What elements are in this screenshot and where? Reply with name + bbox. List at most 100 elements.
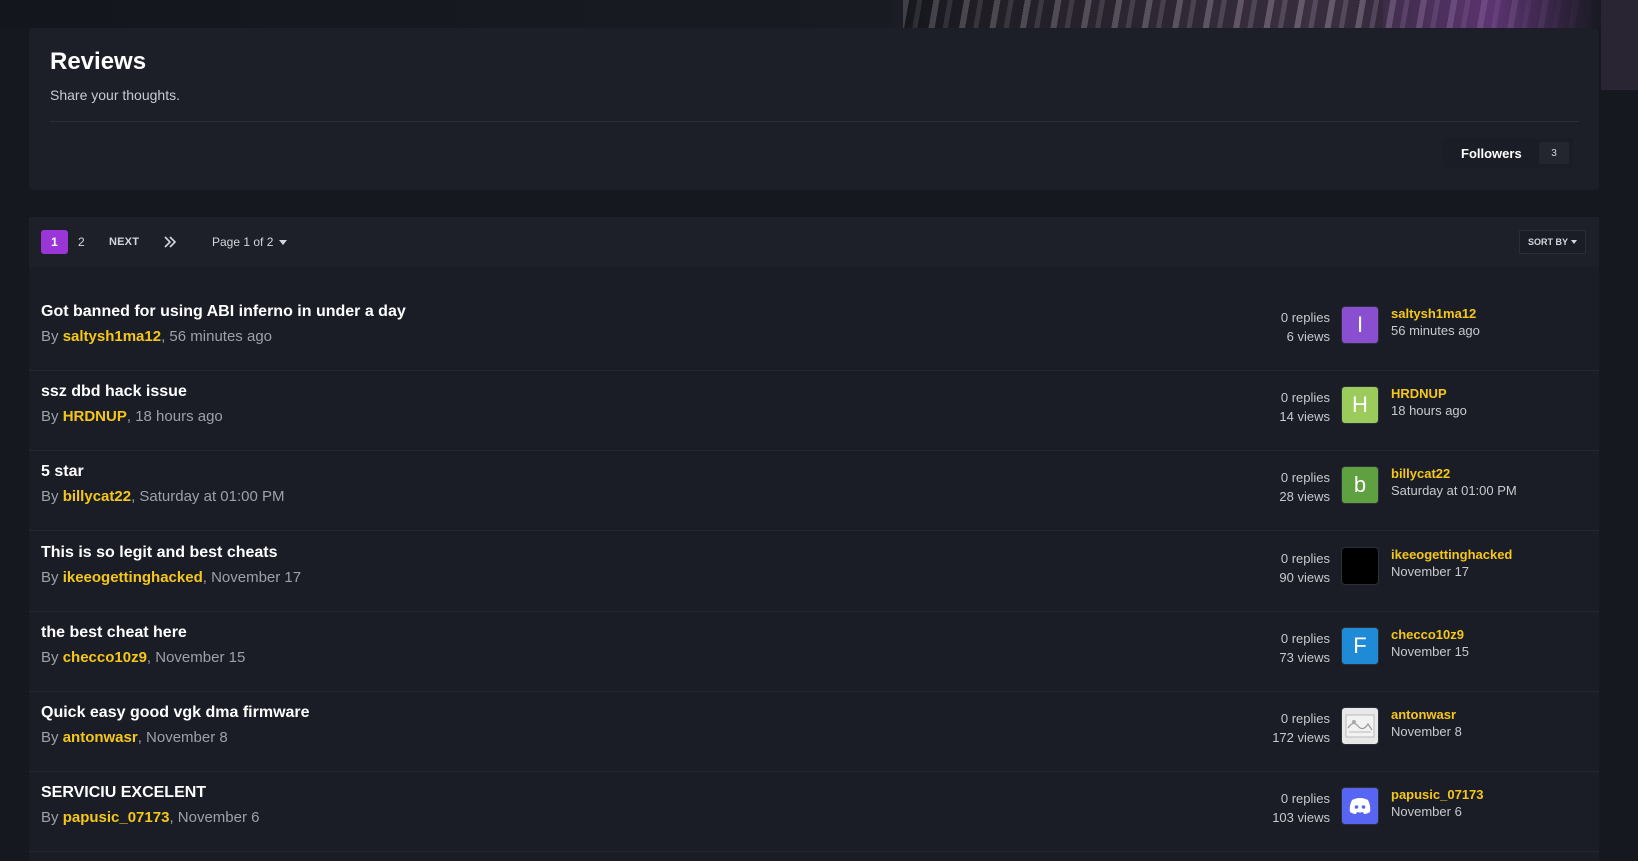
caret-down-icon: [279, 239, 288, 245]
by-label: By: [41, 649, 63, 666]
avatar[interactable]: H: [1341, 386, 1379, 424]
avatar[interactable]: [1341, 707, 1379, 745]
caret-down-icon: [1571, 240, 1577, 244]
last-poster-link[interactable]: papusic_07173: [1391, 787, 1484, 802]
avatar[interactable]: F: [1341, 627, 1379, 665]
page-1-button[interactable]: 1: [41, 230, 68, 254]
topic-title-link[interactable]: ssz dbd hack issue: [41, 383, 187, 401]
by-label: By: [41, 809, 63, 826]
double-chevron-right-icon: [164, 236, 177, 248]
avatar-image-icon: [1345, 714, 1375, 738]
topic-time: , November 17: [202, 569, 302, 586]
last-post-time: 56 minutes ago: [1391, 323, 1480, 338]
topic-row: ssz dbd hack issue By HRDNUP, 18 hours a…: [29, 368, 1599, 451]
topic-title-link[interactable]: Got banned for using ABI inferno in unde…: [41, 303, 406, 321]
topic-author-link[interactable]: ikeeogettinghacked: [63, 569, 203, 586]
views-count: 103 views: [1272, 810, 1330, 825]
avatar[interactable]: I: [1341, 306, 1379, 344]
page-jump-dropdown[interactable]: Page 1 of 2: [212, 230, 288, 254]
topic-meta: By ikeeogettinghacked, November 17: [41, 569, 301, 586]
discord-icon: [1349, 798, 1371, 814]
replies-count: 0 replies: [1280, 390, 1330, 405]
topic-time: , November 6: [169, 809, 260, 826]
views-count: 28 views: [1279, 489, 1330, 504]
topic-row: Got banned for using ABI inferno in unde…: [29, 288, 1599, 371]
last-poster-link[interactable]: HRDNUP: [1391, 386, 1447, 401]
views-count: 172 views: [1272, 730, 1330, 745]
topic-title-link[interactable]: 5 star: [41, 463, 84, 481]
hero-banner: [0, 0, 1638, 28]
followers-button[interactable]: Followers 3: [1443, 138, 1573, 168]
topic-title-link[interactable]: the best cheat here: [41, 624, 187, 642]
side-panel-edge: [1601, 0, 1638, 90]
topic-stats: 0 replies 73 views: [1279, 629, 1330, 667]
last-post-time: Saturday at 01:00 PM: [1391, 483, 1517, 498]
topic-stats: 0 replies 6 views: [1281, 308, 1330, 346]
topic-title-link[interactable]: Quick easy good vgk dma firmware: [41, 704, 310, 722]
topic-author-link[interactable]: antonwasr: [63, 729, 138, 746]
topic-title-link[interactable]: This is so legit and best cheats: [41, 544, 278, 562]
pagination-bar: 1 2 NEXT Page 1 of 2 SORT BY: [29, 217, 1599, 267]
next-page-button[interactable]: NEXT: [109, 230, 139, 254]
replies-count: 0 replies: [1280, 470, 1330, 485]
topic-stats: 0 replies 172 views: [1272, 709, 1330, 747]
avatar-letter: b: [1353, 472, 1367, 497]
page-2-button[interactable]: 2: [78, 230, 85, 254]
avatar[interactable]: [1341, 547, 1379, 585]
views-count: 14 views: [1279, 409, 1330, 424]
last-poster-link[interactable]: billycat22: [1391, 466, 1450, 481]
header-divider: [50, 121, 1579, 122]
views-count: 73 views: [1279, 650, 1330, 665]
topic-row: 5 star By billycat22, Saturday at 01:00 …: [29, 448, 1599, 531]
page-title: Reviews: [50, 48, 147, 75]
last-post-time: November 8: [1391, 724, 1462, 739]
topic-time: , November 15: [146, 649, 246, 666]
by-label: By: [41, 408, 63, 425]
last-poster-link[interactable]: checco10z9: [1391, 627, 1464, 642]
last-post-time: November 6: [1391, 804, 1462, 819]
page-description: Share your thoughts.: [50, 87, 180, 103]
topic-meta: By checco10z9, November 15: [41, 649, 245, 666]
topic-stats: 0 replies 90 views: [1279, 549, 1330, 587]
by-label: By: [41, 488, 63, 505]
avatar-letter: I: [1356, 312, 1364, 337]
last-post-time: November 15: [1391, 644, 1470, 659]
topic-title-link[interactable]: SERVICIU EXCELENT: [41, 784, 206, 802]
last-post-time: 18 hours ago: [1391, 403, 1467, 418]
topic-author-link[interactable]: billycat22: [63, 488, 131, 505]
topic-row: Quick easy good vgk dma firmware By anto…: [29, 689, 1599, 772]
topic-author-link[interactable]: checco10z9: [63, 649, 147, 666]
last-poster-link[interactable]: antonwasr: [1391, 707, 1456, 722]
topic-stats: 0 replies 103 views: [1272, 789, 1330, 827]
sort-by-button[interactable]: SORT BY: [1519, 230, 1586, 254]
topic-time: , November 8: [137, 729, 228, 746]
topic-time: , Saturday at 01:00 PM: [131, 488, 285, 505]
avatar-letter: F: [1353, 633, 1367, 658]
by-label: By: [41, 729, 63, 746]
hero-artwork: [903, 0, 1603, 28]
replies-count: 0 replies: [1280, 631, 1330, 646]
topic-meta: By billycat22, Saturday at 01:00 PM: [41, 488, 284, 505]
by-label: By: [41, 328, 63, 345]
avatar-letter: H: [1352, 392, 1368, 417]
followers-count[interactable]: 3: [1539, 142, 1569, 164]
avatar[interactable]: b: [1341, 466, 1379, 504]
last-page-button[interactable]: [160, 230, 180, 254]
replies-count: 0 replies: [1280, 791, 1330, 806]
topic-time: , 18 hours ago: [126, 408, 223, 425]
topic-author-link[interactable]: papusic_07173: [63, 809, 170, 826]
avatar[interactable]: [1341, 787, 1379, 825]
replies-count: 0 replies: [1280, 551, 1330, 566]
topic-stats: 0 replies 28 views: [1279, 468, 1330, 506]
by-label: By: [41, 569, 63, 586]
page-info-label: Page 1 of 2: [212, 235, 274, 249]
topic-list: 1 2 NEXT Page 1 of 2 SORT BY Got banned …: [29, 217, 1599, 861]
topic-row: This is so legit and best cheats By ikee…: [29, 529, 1599, 612]
views-count: 6 views: [1286, 329, 1330, 344]
topic-meta: By saltysh1ma12, 56 minutes ago: [41, 328, 272, 345]
last-poster-link[interactable]: saltysh1ma12: [1391, 306, 1476, 321]
topic-author-link[interactable]: saltysh1ma12: [63, 328, 161, 345]
topic-author-link[interactable]: HRDNUP: [63, 408, 127, 425]
last-poster-link[interactable]: ikeeogettinghacked: [1391, 547, 1512, 562]
topic-row: the best cheat here By checco10z9, Novem…: [29, 609, 1599, 692]
